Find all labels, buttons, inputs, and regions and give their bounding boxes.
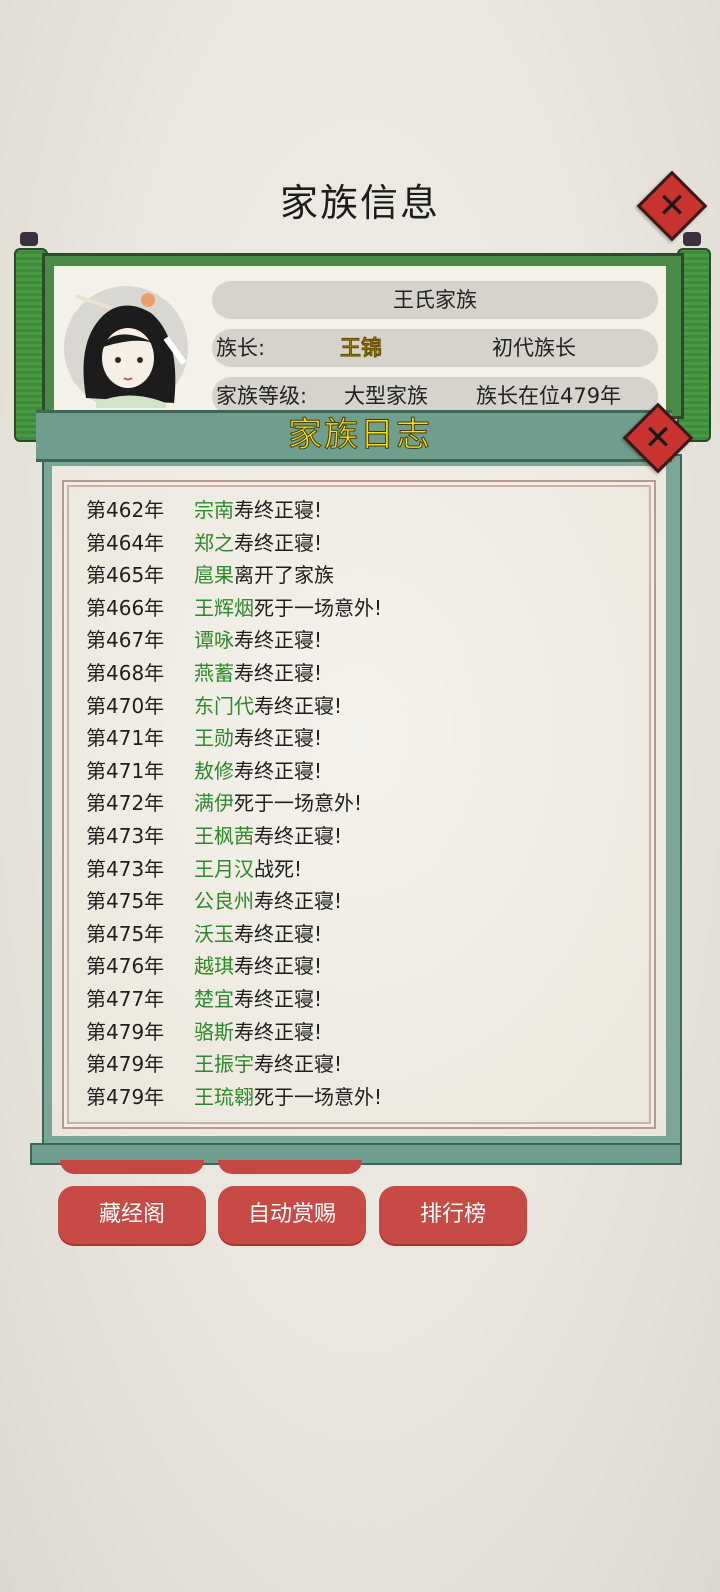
ranking-button[interactable]: 排行榜 [381, 1188, 525, 1242]
log-entry: 第470年 东门代寿终正寝! [86, 690, 646, 723]
log-entry-name: 宗南 [194, 498, 234, 522]
log-entry-year: 第473年 [86, 856, 165, 881]
avatar [64, 286, 188, 408]
log-title: 家族日志 [288, 415, 432, 456]
leader-name: 王锦 [340, 336, 383, 361]
log-entry-name: 谭咏 [194, 628, 234, 653]
log-entry-year: 第471年 [86, 726, 165, 751]
family-name: 王氏家族 [212, 281, 658, 319]
log-entry-year: 第471年 [86, 758, 165, 783]
scroll-cap [20, 232, 38, 246]
log-entry: 第471年 王勋寿终正寝! [86, 722, 646, 755]
log-entry-name: 满伊 [194, 791, 234, 816]
log-entry-name: 扈果 [194, 563, 234, 588]
log-entry: 第477年 楚宜寿终正寝! [86, 983, 646, 1016]
log-entry-year: 第475年 [86, 921, 165, 946]
log-entry-event: 寿终正寝! [234, 986, 323, 1011]
log-entry-event: 寿终正寝! [234, 726, 323, 751]
log-entry-year: 第462年 [86, 498, 165, 522]
log-entry-event: 离开了家族 [234, 563, 334, 588]
log-entry-year: 第466年 [86, 595, 165, 620]
log-entry-event: 死于一场意外! [234, 791, 363, 816]
auto-reward-button[interactable]: 自动赏赐 [220, 1188, 364, 1242]
scroll-cap [683, 232, 701, 246]
log-entry-name: 王琉翱 [194, 1084, 254, 1109]
leader-label: 族长: [216, 336, 266, 360]
log-entry-name: 王辉烟 [194, 595, 254, 620]
log-entry-year: 第479年 [86, 1019, 165, 1044]
log-entry-event: 寿终正寝! [234, 1019, 323, 1044]
log-entry-year: 第475年 [86, 889, 165, 914]
close-icon: ✕ [657, 186, 687, 226]
log-entry-event: 寿终正寝! [254, 823, 343, 848]
log-entry: 第476年 越琪寿终正寝! [86, 950, 646, 983]
log-entry-year: 第465年 [86, 563, 165, 588]
log-entry: 第462年 宗南寿终正寝! [86, 494, 646, 527]
log-entry-year: 第470年 [86, 693, 165, 718]
log-entry-event: 寿终正寝! [234, 530, 323, 555]
log-entry: 第475年 沃玉寿终正寝! [86, 918, 646, 951]
library-button[interactable]: 藏经阁 [60, 1188, 204, 1242]
log-entry-name: 王勋 [194, 726, 234, 751]
log-entry-year: 第477年 [86, 986, 165, 1011]
log-entry-year: 第479年 [86, 1052, 165, 1077]
log-entry: 第471年 敖修寿终正寝! [86, 755, 646, 788]
log-entry-name: 王月汉 [194, 856, 254, 881]
log-entry: 第475年 公良州寿终正寝! [86, 885, 646, 918]
log-entry: 第479年 王琉翱死于一场意外! [86, 1081, 646, 1114]
log-entry-name: 楚宜 [194, 986, 234, 1011]
log-entry: 第468年 燕蓄寿终正寝! [86, 657, 646, 690]
log-entry: 第473年 王枫茜寿终正寝! [86, 820, 646, 853]
log-entry-year: 第473年 [86, 823, 165, 848]
leader-generation: 初代族长 [492, 336, 576, 360]
log-entry-name: 越琪 [194, 954, 234, 979]
log-entry-year: 第464年 [86, 530, 165, 555]
log-entry: 第467年 谭咏寿终正寝! [86, 624, 646, 657]
log-entry-event: 寿终正寝! [234, 628, 323, 653]
log-entry-name: 沃玉 [194, 921, 234, 946]
log-entry-year: 第468年 [86, 660, 165, 685]
log-entry-name: 燕蓄 [194, 660, 234, 685]
log-entry: 第465年 扈果离开了家族 [86, 559, 646, 592]
log-entry: 第473年 王月汉战死! [86, 853, 646, 886]
log-entry-name: 敖修 [194, 758, 234, 783]
log-entry-event: 死于一场意外! [254, 595, 383, 620]
log-entry-event: 寿终正寝! [254, 889, 343, 914]
log-entry-name: 骆斯 [194, 1019, 234, 1044]
log-entry: 第464年 郑之寿终正寝! [86, 527, 646, 560]
leader-row: 族长: 王锦 初代族长 [212, 329, 658, 367]
log-entry-name: 郑之 [194, 530, 234, 555]
log-entry-event: 寿终正寝! [254, 693, 343, 718]
log-entry-name: 王振宇 [194, 1052, 254, 1077]
log-entry-year: 第467年 [86, 628, 165, 653]
log-list[interactable]: 第462年 宗南寿终正寝! 第464年 郑之寿终正寝! 第465年 扈果离开了家族 第466… [86, 494, 646, 1113]
partial-button[interactable] [60, 1160, 204, 1174]
close-icon: ✕ [643, 418, 673, 458]
log-entry: 第479年 骆斯寿终正寝! [86, 1016, 646, 1049]
log-entry-name: 东门代 [194, 693, 254, 718]
log-entry-name: 王枫茜 [194, 823, 254, 848]
page-title: 家族信息 [279, 181, 440, 225]
log-entry-event: 寿终正寝! [254, 1052, 343, 1077]
log-entry-name: 公良州 [194, 889, 254, 914]
log-entry-year: 第479年 [86, 1084, 165, 1109]
log-entry-event: 寿终正寝! [234, 954, 323, 979]
log-entry-event: 死于一场意外! [254, 1084, 383, 1109]
log-entry: 第479年 王振宇寿终正寝! [86, 1048, 646, 1081]
log-entry-event: 寿终正寝! [234, 498, 323, 522]
log-entry-event: 寿终正寝! [234, 660, 323, 685]
log-entry-event: 寿终正寝! [234, 921, 323, 946]
log-entry-event: 寿终正寝! [234, 758, 323, 783]
log-entry: 第472年 满伊死于一场意外! [86, 787, 646, 820]
partial-button[interactable] [218, 1160, 362, 1174]
log-entry: 第466年 王辉烟死于一场意外! [86, 592, 646, 625]
log-entry-year: 第472年 [86, 791, 165, 816]
log-entry-event: 战死! [254, 856, 303, 881]
log-entry-year: 第476年 [86, 954, 165, 979]
